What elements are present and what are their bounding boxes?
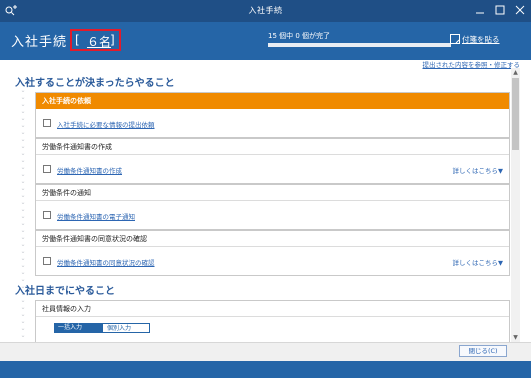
section-title-before-joining: 入社することが決まったらやること xyxy=(15,78,175,89)
tab-individual-input[interactable]: 個別入力 xyxy=(102,323,150,333)
section-title-before-start-date: 入社日までにやること xyxy=(15,286,115,297)
scroll-thumb[interactable] xyxy=(512,78,519,150)
task-item: 労働条件通知書の電子通知 xyxy=(36,201,509,229)
task-card: 労働条件通知書の作成 労働条件通知書の作成 詳しくはこちら▼ xyxy=(35,138,510,184)
scroll-down-icon[interactable]: ▼ xyxy=(512,334,519,341)
task-card-heading: 労働条件の通知 xyxy=(36,185,509,201)
task-card: 労働条件の通知 労働条件通知書の電子通知 xyxy=(35,184,510,230)
timeline-chevron-icon: ⌄ xyxy=(20,241,26,248)
timeline-chevron-icon: ⌄ xyxy=(20,94,26,101)
window-title: 入社手続 xyxy=(248,6,283,15)
task-card-heading: 社員情報の入力 xyxy=(36,301,509,317)
progress-bar xyxy=(268,43,451,47)
window-titlebar: 入社手続 xyxy=(0,0,531,22)
task-card-heading: 労働条件通知書の作成 xyxy=(36,139,509,155)
page-header: 入社手続 [ ６名 ] 15 個中 0 個が完了 付箋を貼る xyxy=(0,22,531,60)
task-card: 社員情報の入力 一括入力 個別入力 xyxy=(35,300,510,342)
timeline-chevron-icon: ⌄ xyxy=(20,185,26,192)
task-item: 労働条件通知書の作成 詳しくはこちら▼ xyxy=(36,155,509,183)
task-checkbox[interactable] xyxy=(43,257,51,265)
timeline-chevron-icon: ⌄ xyxy=(20,297,26,304)
timeline-chevron-icon: ⌄ xyxy=(20,255,26,262)
task-item: 労働条件通知書の同意状況の確認 詳しくはこちら▼ xyxy=(36,247,509,275)
task-checkbox[interactable] xyxy=(43,165,51,173)
timeline-chevron-icon: ⌄ xyxy=(20,164,26,171)
details-link[interactable]: 詳しくはこちら▼ xyxy=(453,165,504,175)
count-bracket-close: ] xyxy=(110,33,115,47)
timeline-chevron-icon: ⌄ xyxy=(20,220,26,227)
timeline-chevron-icon: ⌄ xyxy=(20,262,26,269)
close-icon[interactable] xyxy=(514,4,526,16)
task-list-area[interactable]: ⌄ ⌄ ⌄ ⌄ ⌄ ⌄ ⌄ ⌄ ⌄ ⌄ ⌄ ⌄ ⌄ ⌄ ⌄ ⌄ ⌄ ⌄ ⌄ ⌄ ⌄ ⌄ ⌄ ⌄ ⌄ ⌄ ⌄ ⌄ ⌄ ⌄ ⌄ ⌄ ⌄ ⌄ ⌄ ⌄ ⌄ 入社… xyxy=(0,68,519,342)
task-checkbox[interactable] xyxy=(43,211,51,219)
task-link[interactable]: 入社手続に必要な情報の提出依頼 xyxy=(57,119,155,129)
progress-text: 15 個中 0 個が完了 xyxy=(268,32,331,40)
employee-count-box[interactable]: [ ６名 ] xyxy=(70,29,121,51)
timeline-chevron-icon: ⌄ xyxy=(20,234,26,241)
timeline-chevron-icon: ⌄ xyxy=(20,227,26,234)
maximize-icon[interactable] xyxy=(494,4,506,16)
task-item: 入社手続に必要な情報の提出依頼 xyxy=(36,109,509,137)
timeline-chevron-icon: ⌄ xyxy=(20,213,26,220)
timeline-chevron-icon: ⌄ xyxy=(20,199,26,206)
task-card: 入社手続の依頼 入社手続に必要な情報の提出依頼 xyxy=(35,92,510,138)
tab-bulk-input[interactable]: 一括入力 xyxy=(54,323,102,333)
task-link[interactable]: 労働条件通知書の電子通知 xyxy=(57,211,135,221)
timeline-chevron-icon: ⌄ xyxy=(20,157,26,164)
employee-count-link[interactable]: ６名 xyxy=(87,33,111,50)
sticky-note-icon[interactable] xyxy=(450,34,460,44)
timeline-chevron-icon: ⌄ xyxy=(20,332,26,339)
task-card-heading: 入社手続の依頼 xyxy=(36,93,509,109)
timeline-chevron-icon: ⌄ xyxy=(20,206,26,213)
footer: 閉じる(C) xyxy=(0,342,531,378)
timeline-chevron-icon: ⌄ xyxy=(20,178,26,185)
task-link[interactable]: 労働条件通知書の作成 xyxy=(57,165,122,175)
details-link[interactable]: 詳しくはこちら▼ xyxy=(453,257,504,267)
timeline-chevron-icon: ⌄ xyxy=(20,150,26,157)
timeline-chevron-icon: ⌄ xyxy=(20,248,26,255)
timeline-chevron-icon: ⌄ xyxy=(20,192,26,199)
timeline-chevron-icon: ⌄ xyxy=(20,143,26,150)
page-title: 入社手続 xyxy=(11,35,68,50)
count-bracket-open: [ xyxy=(75,33,80,47)
task-card-heading: 労働条件通知書の同意状況の確認 xyxy=(36,231,509,247)
minimize-icon[interactable] xyxy=(474,4,486,16)
scroll-up-icon[interactable]: ▲ xyxy=(512,69,519,76)
timeline-chevron-icon: ⌄ xyxy=(20,136,26,143)
timeline-chevron-icon: ⌄ xyxy=(20,304,26,311)
timeline-chevron-icon: ⌄ xyxy=(20,101,26,108)
timeline-chevron-icon: ⌄ xyxy=(20,108,26,115)
timeline-rail: ⌄ ⌄ ⌄ ⌄ ⌄ ⌄ ⌄ ⌄ ⌄ ⌄ ⌄ ⌄ ⌄ ⌄ ⌄ ⌄ ⌄ ⌄ ⌄ ⌄ ⌄ ⌄ ⌄ ⌄ ⌄ ⌄ ⌄ ⌄ ⌄ ⌄ ⌄ ⌄ ⌄ ⌄ ⌄ ⌄ ⌄ xyxy=(19,80,27,340)
task-checkbox[interactable] xyxy=(43,119,51,127)
timeline-chevron-icon: ⌄ xyxy=(20,311,26,318)
task-link[interactable]: 労働条件通知書の同意状況の確認 xyxy=(57,257,155,267)
timeline-chevron-icon: ⌄ xyxy=(20,325,26,332)
task-card: 労働条件通知書の同意状況の確認 労働条件通知書の同意状況の確認 詳しくはこちら▼ xyxy=(35,230,510,276)
sticky-note-button[interactable]: 付箋を貼る xyxy=(462,34,500,45)
timeline-chevron-icon: ⌄ xyxy=(20,129,26,136)
timeline-chevron-icon: ⌄ xyxy=(20,122,26,129)
close-button[interactable]: 閉じる(C) xyxy=(459,345,507,357)
timeline-chevron-icon: ⌄ xyxy=(20,115,26,122)
timeline-chevron-icon: ⌄ xyxy=(20,171,26,178)
timeline-chevron-icon: ⌄ xyxy=(20,318,26,325)
bottom-bar xyxy=(0,361,531,378)
timeline-chevron-icon: ⌄ xyxy=(20,269,26,276)
vertical-scrollbar[interactable]: ▲ ▼ xyxy=(511,68,520,342)
